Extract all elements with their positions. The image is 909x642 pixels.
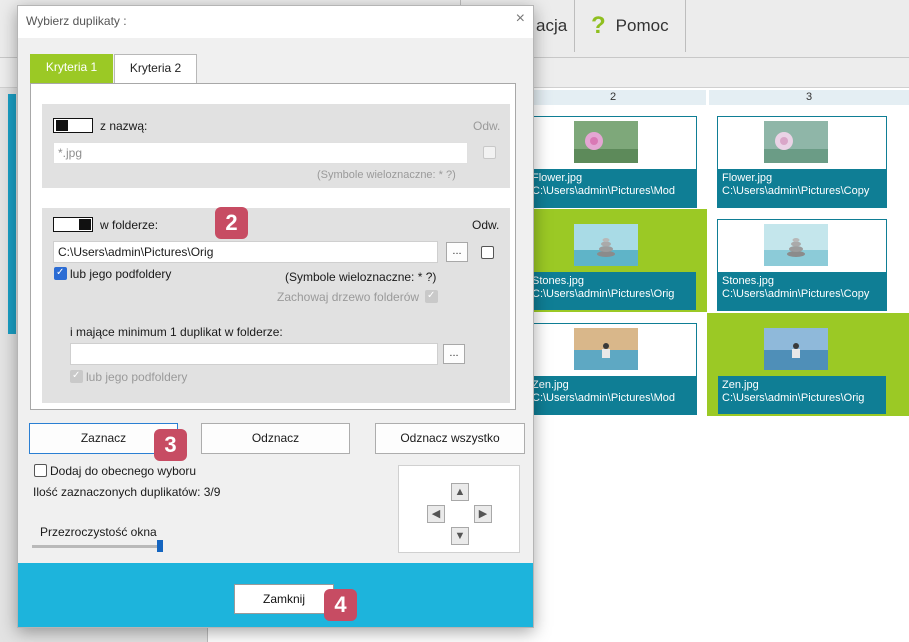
min-duplicate-label: i mające minimum 1 duplikat w folderze: <box>70 325 283 339</box>
min-duplicate-browse-button[interactable]: ... <box>443 344 465 364</box>
toggle-knob <box>56 120 68 131</box>
selected-count-text: Ilość zaznaczonych duplikatów: 3/9 <box>33 485 221 499</box>
card-path: C:\Users\admin\Pictures\Mod <box>532 392 676 404</box>
column-header-2: 2 <box>520 90 706 105</box>
close-button[interactable]: Zamknij <box>234 584 334 614</box>
deselect-all-button[interactable]: Odznacz wszystko <box>375 423 525 454</box>
by-name-toggle[interactable] <box>53 118 93 133</box>
step-badge: 2 <box>215 207 248 239</box>
flower-thumbnail <box>764 121 828 163</box>
folder-path-input[interactable]: C:\Users\admin\Pictures\Orig <box>53 241 438 263</box>
in-folder-toggle[interactable] <box>53 217 93 232</box>
by-name-reverse-checkbox[interactable] <box>483 146 496 159</box>
close-icon[interactable]: × <box>516 10 525 28</box>
in-folder-reverse-checkbox[interactable] <box>481 246 494 259</box>
arrow-left-icon[interactable]: ◀ <box>427 505 445 523</box>
card-path: C:\Users\admin\Pictures\Copy <box>722 288 870 300</box>
by-name-wildcard-hint: (Symbole wieloznaczne: * ?) <box>317 169 456 181</box>
add-to-selection-label: Dodaj do obecnego wyboru <box>50 464 197 478</box>
zen-thumbnail <box>574 328 638 370</box>
card-caption: Flower.jpg C:\Users\admin\Pictures\Mod <box>528 169 696 207</box>
tab-criteria-2[interactable]: Kryteria 2 <box>114 54 197 83</box>
card-filename: Zen.jpg <box>532 379 569 391</box>
card-filename: Stones.jpg <box>722 275 774 287</box>
card-filename: Flower.jpg <box>532 172 583 184</box>
card-path: C:\Users\admin\Pictures\Orig <box>722 392 865 404</box>
step-badge: 3 <box>154 429 187 461</box>
include-subfolders-checkbox[interactable] <box>54 267 67 280</box>
min-subfolders-label: lub jego podfoldery <box>86 370 188 384</box>
min-duplicate-folder-input[interactable] <box>70 343 438 365</box>
zen-thumbnail <box>764 328 828 370</box>
card-path: C:\Users\admin\Pictures\Copy <box>722 185 870 197</box>
thumbnail-card-selected[interactable]: Zen.jpg C:\Users\admin\Pictures\Orig <box>717 323 887 415</box>
min-subfolders-checkbox[interactable] <box>70 370 83 383</box>
deselect-button[interactable]: Odznacz <box>201 423 350 454</box>
in-folder-odw-label: Odw. <box>472 218 500 232</box>
card-caption: Flower.jpg C:\Users\admin\Pictures\Copy <box>718 169 886 207</box>
toolbar-partial-label: acja <box>536 16 568 35</box>
dialog-title: Wybierz duplikaty : <box>26 14 127 28</box>
thumbnail-card[interactable]: Zen.jpg C:\Users\admin\Pictures\Mod <box>527 323 697 415</box>
opacity-label: Przezroczystość okna <box>40 525 157 539</box>
arrow-right-icon[interactable]: ▶ <box>474 505 492 523</box>
card-caption: Zen.jpg C:\Users\admin\Pictures\Mod <box>528 376 696 414</box>
help-button[interactable]: ? Pomoc <box>574 0 686 52</box>
arrow-up-icon[interactable]: ▲ <box>451 483 469 501</box>
toggle-knob <box>79 219 91 230</box>
flower-thumbnail <box>574 121 638 163</box>
add-to-selection-checkbox[interactable] <box>34 464 47 477</box>
thumbnail-card[interactable]: Flower.jpg C:\Users\admin\Pictures\Copy <box>717 116 887 208</box>
stones-thumbnail <box>764 224 828 266</box>
in-folder-group: w folderze: Odw. C:\Users\admin\Pictures… <box>42 208 510 403</box>
card-path: C:\Users\admin\Pictures\Orig <box>532 288 675 300</box>
opacity-slider-thumb[interactable] <box>157 540 163 552</box>
card-caption: Zen.jpg C:\Users\admin\Pictures\Orig <box>718 376 886 414</box>
by-name-label: z nazwą: <box>100 119 148 133</box>
include-subfolders-label: lub jego podfoldery <box>70 267 172 281</box>
thumbnail-card[interactable]: Flower.jpg C:\Users\admin\Pictures\Mod <box>527 116 697 208</box>
card-path: C:\Users\admin\Pictures\Mod <box>532 185 676 197</box>
thumbnail-card[interactable]: Stones.jpg C:\Users\admin\Pictures\Copy <box>717 219 887 311</box>
in-folder-wildcard-hint: (Symbole wieloznaczne: * ?) <box>285 270 437 284</box>
criteria-panel: z nazwą: Odw. *.jpg (Symbole wieloznaczn… <box>30 83 516 410</box>
folder-browse-button[interactable]: ... <box>446 242 468 262</box>
window-position-pad: ▲ ◀ ▶ ▼ <box>398 465 520 553</box>
card-filename: Flower.jpg <box>722 172 773 184</box>
thumbnail-card-selected[interactable]: Stones.jpg C:\Users\admin\Pictures\Orig <box>527 219 697 311</box>
card-filename: Zen.jpg <box>722 379 759 391</box>
help-label: Pomoc <box>615 16 669 35</box>
card-filename: Stones.jpg <box>532 275 584 287</box>
name-pattern-input[interactable]: *.jpg <box>53 142 468 164</box>
card-caption: Stones.jpg C:\Users\admin\Pictures\Orig <box>528 272 696 310</box>
in-folder-label: w folderze: <box>100 218 159 232</box>
keep-tree-label: Zachowaj drzewo folderów <box>277 290 420 304</box>
step-badge: 4 <box>324 589 357 621</box>
by-name-group: z nazwą: Odw. *.jpg (Symbole wieloznaczn… <box>42 104 510 188</box>
card-caption: Stones.jpg C:\Users\admin\Pictures\Copy <box>718 272 886 310</box>
by-name-odw-label: Odw. <box>473 119 501 133</box>
select-duplicates-dialog: Wybierz duplikaty : × Kryteria 1 Kryteri… <box>17 5 534 628</box>
stones-thumbnail <box>574 224 638 266</box>
keep-tree-checkbox[interactable] <box>425 290 438 303</box>
left-panel-accent <box>8 94 16 334</box>
help-icon: ? <box>591 12 606 39</box>
tab-criteria-1[interactable]: Kryteria 1 <box>30 54 113 83</box>
column-header-3: 3 <box>709 90 909 105</box>
arrow-down-icon[interactable]: ▼ <box>451 527 469 545</box>
opacity-slider-track[interactable] <box>32 545 162 548</box>
